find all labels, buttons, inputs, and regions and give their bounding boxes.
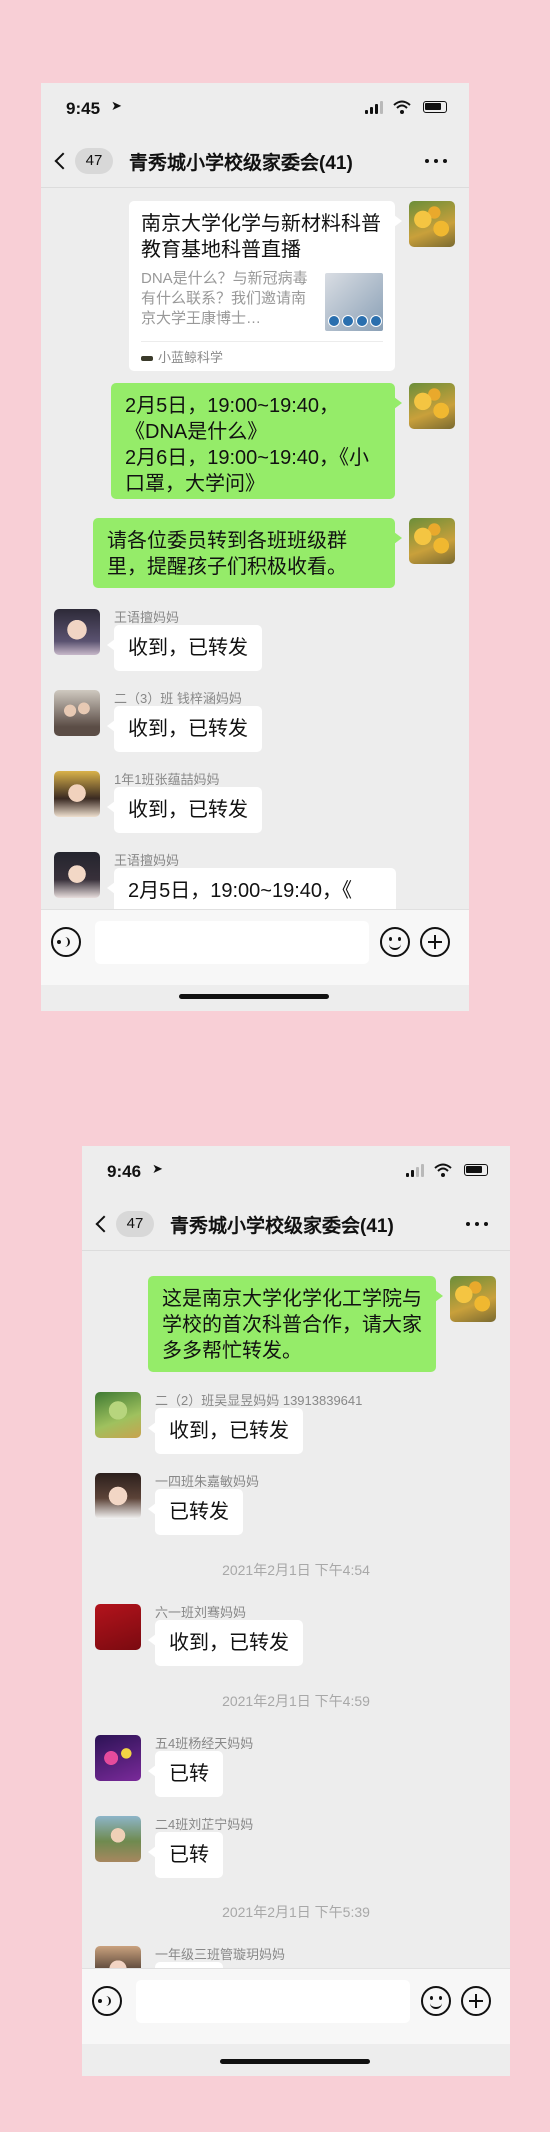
back-chevron-icon[interactable]	[95, 1215, 113, 1233]
link-card[interactable]: 南京大学化学与新材料科普教育基地科普直播 DNA是什么？与新冠病毒有什么联系？我…	[129, 201, 402, 371]
chat-header: 47 青秀城小学校级家委会(41)	[41, 133, 469, 188]
message-list[interactable]: 南京大学化学与新材料科普教育基地科普直播 DNA是什么？与新冠病毒有什么联系？我…	[41, 189, 469, 993]
message-input[interactable]	[95, 921, 369, 964]
home-indicator	[220, 2059, 370, 2064]
member-avatar[interactable]	[95, 1735, 141, 1781]
more-icon[interactable]	[466, 1216, 492, 1232]
voice-icon[interactable]	[92, 1986, 122, 2016]
message-bubble-received[interactable]: 收到，已转发	[107, 625, 262, 671]
link-card-title: 南京大学化学与新材料科普教育基地科普直播	[141, 213, 381, 261]
link-card-description: DNA是什么？与新冠病毒有什么联系？我们邀请南京大学王康博士…	[141, 270, 308, 327]
sender-name: 一年级三班管璇玥妈妈	[155, 1947, 286, 1962]
member-avatar[interactable]	[95, 1816, 141, 1862]
self-avatar[interactable]	[409, 201, 455, 247]
emoji-icon[interactable]	[380, 927, 410, 957]
mini-program-icon	[141, 356, 153, 362]
screenshot-2: 9:46 ➤ 47 青秀城小学校级家委会(41) 这是南京大学化学化工学院与学校…	[82, 1146, 510, 2076]
wifi-icon	[393, 100, 411, 114]
member-avatar[interactable]	[95, 1473, 141, 1519]
message-bubble-received[interactable]: 收到，已转发	[107, 706, 262, 752]
sender-name: 五4班杨经天妈妈	[155, 1736, 254, 1751]
sender-name: 王语擅妈妈	[114, 610, 180, 625]
sender-name: 王语擅妈妈	[114, 853, 180, 868]
emoji-icon[interactable]	[421, 1986, 451, 2016]
more-icon[interactable]	[425, 153, 451, 169]
home-indicator	[179, 994, 329, 999]
sender-name: 一四班朱嘉敏妈妈	[155, 1474, 260, 1489]
message-bubble-received[interactable]: 已转	[148, 1832, 223, 1878]
input-bar	[82, 1968, 510, 2044]
screenshot-1: 9:45 ➤ 47 青秀城小学校级家委会(41) 南京大学化学与新材料科普教育基…	[41, 83, 469, 1011]
member-avatar[interactable]	[54, 609, 100, 655]
status-bar: 9:46 ➤	[82, 1146, 510, 1196]
plus-icon[interactable]	[461, 1986, 491, 2016]
link-card-thumbnail	[325, 273, 383, 331]
message-bubble-sent[interactable]: 请各位委员转到各班班级群里，提醒孩子们积极收看。	[93, 518, 402, 588]
status-time: 9:46	[107, 1162, 142, 1181]
status-time: 9:45	[66, 99, 101, 118]
message-bubble-received[interactable]: 收到，已转发	[148, 1408, 303, 1454]
plus-icon[interactable]	[420, 927, 450, 957]
location-arrow-icon: ➤	[111, 98, 122, 113]
member-avatar[interactable]	[95, 1392, 141, 1438]
message-bubble-received[interactable]: 已转	[148, 1751, 223, 1797]
message-bubble-sent[interactable]: 2月5日，19:00~19:40，《DNA是什么》 2月6日，19:00~19:…	[111, 383, 402, 499]
sender-name: 1年1班张蕴喆妈妈	[114, 772, 220, 787]
message-bubble-received[interactable]: 收到，已转发	[148, 1620, 303, 1666]
self-avatar[interactable]	[450, 1276, 496, 1322]
status-icons	[406, 1163, 488, 1177]
member-avatar[interactable]	[95, 1604, 141, 1650]
battery-icon	[464, 1164, 488, 1176]
sender-name: 二4班刘芷宁妈妈	[155, 1817, 254, 1832]
member-avatar[interactable]	[54, 771, 100, 817]
sender-name: 六一班刘骞妈妈	[155, 1605, 247, 1620]
message-input[interactable]	[136, 1980, 410, 2023]
unread-count-badge[interactable]: 47	[116, 1211, 154, 1237]
back-chevron-icon[interactable]	[54, 152, 72, 170]
input-bar	[41, 909, 469, 985]
member-avatar[interactable]	[54, 690, 100, 736]
member-avatar[interactable]	[95, 1946, 141, 1968]
message-bubble-sent[interactable]: 这是南京大学化学化工学院与学校的首次科普合作，请大家多多帮忙转发。	[148, 1276, 443, 1372]
sender-name: 二（3）班 钱梓涵妈妈	[114, 691, 242, 706]
self-avatar[interactable]	[409, 383, 455, 429]
member-avatar[interactable]	[54, 852, 100, 898]
wifi-icon	[434, 1163, 452, 1177]
voice-icon[interactable]	[51, 927, 81, 957]
unread-count-badge[interactable]: 47	[75, 148, 113, 174]
message-timestamp: 2021年2月1日 下午4:59	[222, 1693, 370, 1709]
link-card-source: 小蓝鲸科学	[141, 347, 223, 366]
chat-title: 青秀城小学校级家委会(41)	[170, 1216, 394, 1237]
message-bubble-received[interactable]: 收到，已转发	[107, 787, 262, 833]
message-timestamp: 2021年2月1日 下午4:54	[222, 1562, 370, 1578]
message-timestamp: 2021年2月1日 下午5:39	[222, 1904, 370, 1920]
link-card-source-label: 小蓝鲸科学	[158, 350, 224, 365]
self-avatar[interactable]	[409, 518, 455, 564]
location-arrow-icon: ➤	[152, 1161, 163, 1176]
message-bubble-received[interactable]: 已转发	[148, 1489, 243, 1535]
chat-header: 47 青秀城小学校级家委会(41)	[82, 1196, 510, 1251]
battery-icon	[423, 101, 447, 113]
link-card-divider	[141, 341, 383, 342]
message-list[interactable]: 这是南京大学化学化工学院与学校的首次科普合作，请大家多多帮忙转发。 二（2）班吴…	[82, 1252, 510, 1968]
chat-title: 青秀城小学校级家委会(41)	[129, 153, 353, 174]
status-icons	[365, 100, 447, 114]
status-bar: 9:45 ➤	[41, 83, 469, 133]
sender-name: 二（2）班吴显昱妈妈 13913839641	[155, 1393, 363, 1408]
